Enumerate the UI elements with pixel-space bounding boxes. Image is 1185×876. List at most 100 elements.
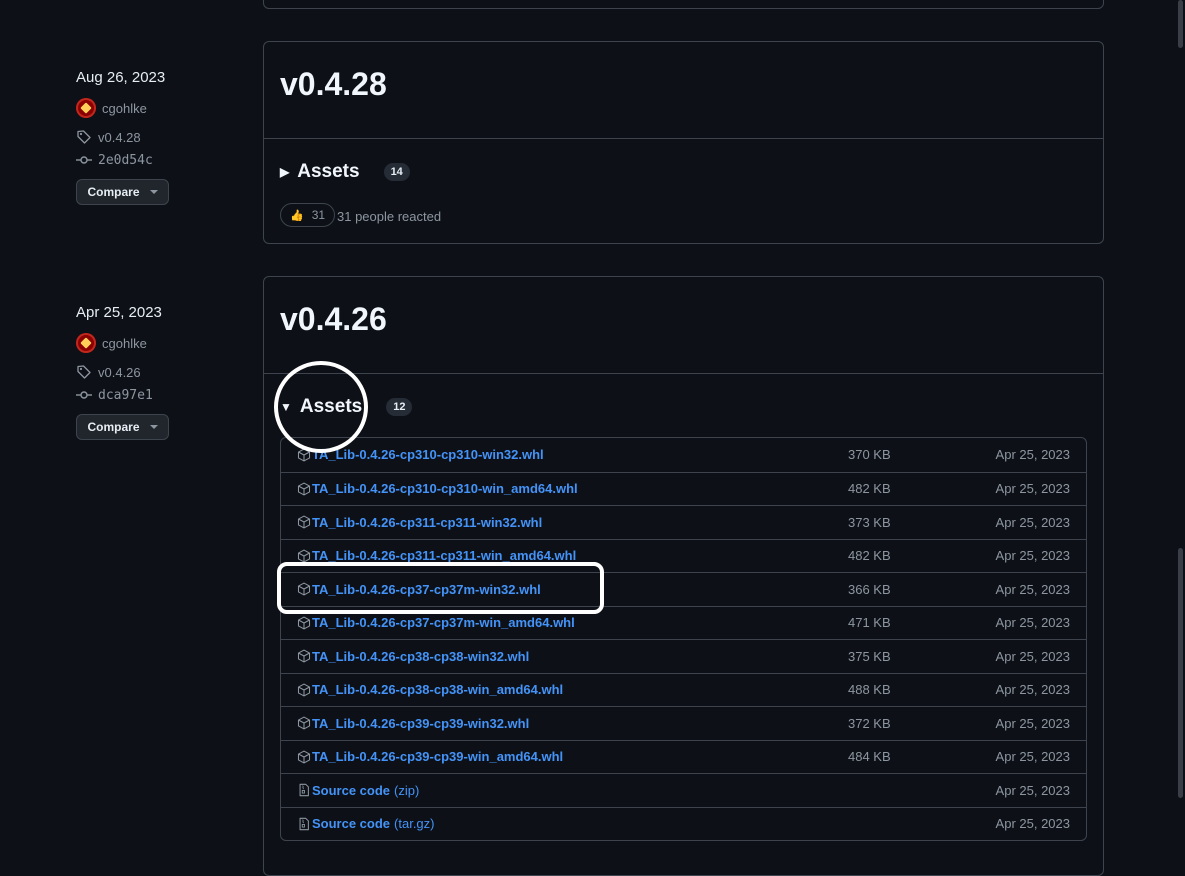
git-commit-icon bbox=[76, 156, 92, 164]
package-icon bbox=[297, 750, 312, 764]
asset-link[interactable]: TA_Lib-0.4.26-cp37-cp37m-win32.whl bbox=[297, 582, 541, 597]
chevron-down-icon bbox=[149, 190, 158, 194]
asset-row: Source code (zip) Apr 25, 2023 bbox=[281, 773, 1086, 807]
thumbs-up-icon: 👍 bbox=[290, 209, 304, 222]
asset-name[interactable]: TA_Lib-0.4.26-cp37-cp37m-win_amd64.whl bbox=[312, 615, 575, 630]
asset-size: 482 KB bbox=[848, 548, 891, 564]
asset-row: TA_Lib-0.4.26-cp311-cp311-win_amd64.whl 4… bbox=[281, 538, 1086, 573]
file-zip-icon bbox=[297, 783, 312, 797]
assets-toggle[interactable]: ▶ Assets 14 bbox=[280, 161, 410, 183]
release-date: Apr 25, 2023 bbox=[76, 304, 162, 321]
package-icon bbox=[297, 649, 312, 663]
avatar bbox=[76, 333, 96, 353]
asset-format[interactable]: (tar.gz) bbox=[394, 816, 434, 831]
compare-label: Compare bbox=[87, 420, 140, 434]
compare-button[interactable]: Compare bbox=[76, 414, 169, 440]
release-card: v0.4.26 ▼ Assets 12 TA_Lib-0.4.26-cp310-… bbox=[263, 276, 1104, 876]
tag-label[interactable]: v0.4.28 bbox=[98, 130, 141, 145]
asset-size: 484 KB bbox=[848, 749, 891, 765]
assets-label: Assets bbox=[297, 161, 360, 182]
reaction-button[interactable]: 👍 31 bbox=[280, 203, 336, 227]
scrollbar-thumb-top[interactable] bbox=[1178, 0, 1183, 48]
release-title[interactable]: v0.4.28 bbox=[280, 66, 387, 103]
asset-name[interactable]: TA_Lib-0.4.26-cp39-cp39-win_amd64.whl bbox=[312, 749, 563, 764]
asset-name[interactable]: TA_Lib-0.4.26-cp38-cp38-win32.whl bbox=[312, 649, 529, 664]
package-icon bbox=[297, 448, 312, 462]
asset-date: Apr 25, 2023 bbox=[995, 782, 1070, 798]
asset-link[interactable]: TA_Lib-0.4.26-cp39-cp39-win_amd64.whl bbox=[297, 749, 563, 764]
asset-link[interactable]: TA_Lib-0.4.26-cp311-cp311-win32.whl bbox=[297, 515, 542, 530]
previous-release-card bbox=[263, 0, 1104, 9]
git-commit-icon bbox=[76, 391, 92, 399]
release-author[interactable]: cgohlke bbox=[76, 333, 147, 353]
asset-size: 373 KB bbox=[848, 514, 891, 530]
asset-link[interactable]: TA_Lib-0.4.26-cp311-cp311-win_amd64.whl bbox=[297, 548, 576, 563]
asset-row: TA_Lib-0.4.26-cp37-cp37m-win32.whl 366 KB… bbox=[281, 572, 1086, 606]
assets-toggle[interactable]: ▼ Assets 12 bbox=[280, 396, 413, 418]
tag-label[interactable]: v0.4.26 bbox=[98, 365, 141, 380]
release-title[interactable]: v0.4.26 bbox=[280, 301, 387, 338]
compare-button[interactable]: Compare bbox=[76, 179, 169, 205]
reaction-summary: 31 people reacted bbox=[337, 209, 442, 224]
assets-count-badge: 14 bbox=[383, 163, 410, 181]
asset-link[interactable]: TA_Lib-0.4.26-cp310-cp310-win32.whl bbox=[297, 447, 544, 462]
commit-sha[interactable]: dca97e1 bbox=[98, 388, 153, 403]
release-date: Aug 26, 2023 bbox=[76, 69, 166, 86]
package-icon bbox=[297, 716, 312, 730]
asset-name[interactable]: TA_Lib-0.4.26-cp310-cp310-win_amd64.whl bbox=[312, 481, 578, 496]
asset-row: TA_Lib-0.4.26-cp39-cp39-win_amd64.whl 484… bbox=[281, 739, 1086, 774]
asset-row: TA_Lib-0.4.26-cp37-cp37m-win_amd64.whl 47… bbox=[281, 605, 1086, 640]
release-tag[interactable]: v0.4.26 bbox=[76, 364, 141, 380]
asset-date: Apr 25, 2023 bbox=[995, 715, 1070, 731]
scrollbar-thumb[interactable] bbox=[1178, 548, 1183, 798]
release-author[interactable]: cgohlke bbox=[76, 98, 147, 118]
asset-format[interactable]: (zip) bbox=[394, 783, 419, 798]
asset-link[interactable]: TA_Lib-0.4.26-cp37-cp37m-win_amd64.whl bbox=[297, 615, 575, 630]
asset-size: 366 KB bbox=[848, 581, 891, 597]
asset-size: 482 KB bbox=[848, 481, 891, 497]
asset-name[interactable]: TA_Lib-0.4.26-cp311-cp311-win32.whl bbox=[312, 515, 542, 530]
divider bbox=[264, 373, 1103, 374]
package-icon bbox=[297, 482, 312, 496]
tag-icon bbox=[77, 130, 91, 144]
asset-name[interactable]: TA_Lib-0.4.26-cp310-cp310-win32.whl bbox=[312, 447, 544, 462]
asset-name[interactable]: TA_Lib-0.4.26-cp311-cp311-win_amd64.whl bbox=[312, 548, 576, 563]
asset-row: TA_Lib-0.4.26-cp310-cp310-win32.whl 370 K… bbox=[281, 438, 1086, 472]
asset-row: TA_Lib-0.4.26-cp38-cp38-win_amd64.whl 488… bbox=[281, 672, 1086, 707]
release-card: v0.4.28 ▶ Assets 14 👍 31 31 people react… bbox=[263, 41, 1104, 244]
release-commit[interactable]: dca97e1 bbox=[76, 387, 153, 403]
release-tag[interactable]: v0.4.28 bbox=[76, 129, 141, 145]
asset-date: Apr 25, 2023 bbox=[995, 648, 1070, 664]
asset-link[interactable]: TA_Lib-0.4.26-cp38-cp38-win_amd64.whl bbox=[297, 682, 563, 697]
asset-date: Apr 25, 2023 bbox=[995, 615, 1070, 631]
asset-name[interactable]: Source code bbox=[312, 816, 390, 831]
chevron-down-icon bbox=[149, 425, 158, 429]
package-icon bbox=[297, 549, 312, 563]
asset-link[interactable]: TA_Lib-0.4.26-cp38-cp38-win32.whl bbox=[297, 649, 529, 664]
triangle-right-icon: ▶ bbox=[280, 165, 290, 179]
author-name[interactable]: cgohlke bbox=[102, 101, 147, 116]
compare-label: Compare bbox=[87, 185, 140, 199]
asset-name[interactable]: Source code bbox=[312, 783, 390, 798]
asset-link[interactable]: TA_Lib-0.4.26-cp310-cp310-win_amd64.whl bbox=[297, 481, 578, 496]
asset-size: 488 KB bbox=[848, 682, 891, 698]
package-icon bbox=[297, 515, 312, 529]
commit-sha[interactable]: 2e0d54c bbox=[98, 153, 153, 168]
asset-link[interactable]: Source code (tar.gz) bbox=[297, 816, 435, 831]
asset-name[interactable]: TA_Lib-0.4.26-cp38-cp38-win_amd64.whl bbox=[312, 682, 563, 697]
author-name[interactable]: cgohlke bbox=[102, 336, 147, 351]
asset-date: Apr 25, 2023 bbox=[995, 682, 1070, 698]
package-icon bbox=[297, 683, 312, 697]
reaction-count: 31 bbox=[311, 208, 326, 222]
asset-link[interactable]: TA_Lib-0.4.26-cp39-cp39-win32.whl bbox=[297, 716, 529, 731]
asset-name[interactable]: TA_Lib-0.4.26-cp39-cp39-win32.whl bbox=[312, 716, 529, 731]
asset-row: TA_Lib-0.4.26-cp39-cp39-win32.whl 372 KB A… bbox=[281, 706, 1086, 740]
asset-size: 471 KB bbox=[848, 615, 891, 631]
tag-icon bbox=[77, 365, 91, 379]
file-zip-icon bbox=[297, 817, 312, 831]
asset-date: Apr 25, 2023 bbox=[995, 548, 1070, 564]
asset-row: TA_Lib-0.4.26-cp310-cp310-win_amd64.whl 4… bbox=[281, 471, 1086, 506]
release-commit[interactable]: 2e0d54c bbox=[76, 152, 153, 168]
asset-name[interactable]: TA_Lib-0.4.26-cp37-cp37m-win32.whl bbox=[312, 582, 541, 597]
asset-link[interactable]: Source code (zip) bbox=[297, 783, 419, 798]
